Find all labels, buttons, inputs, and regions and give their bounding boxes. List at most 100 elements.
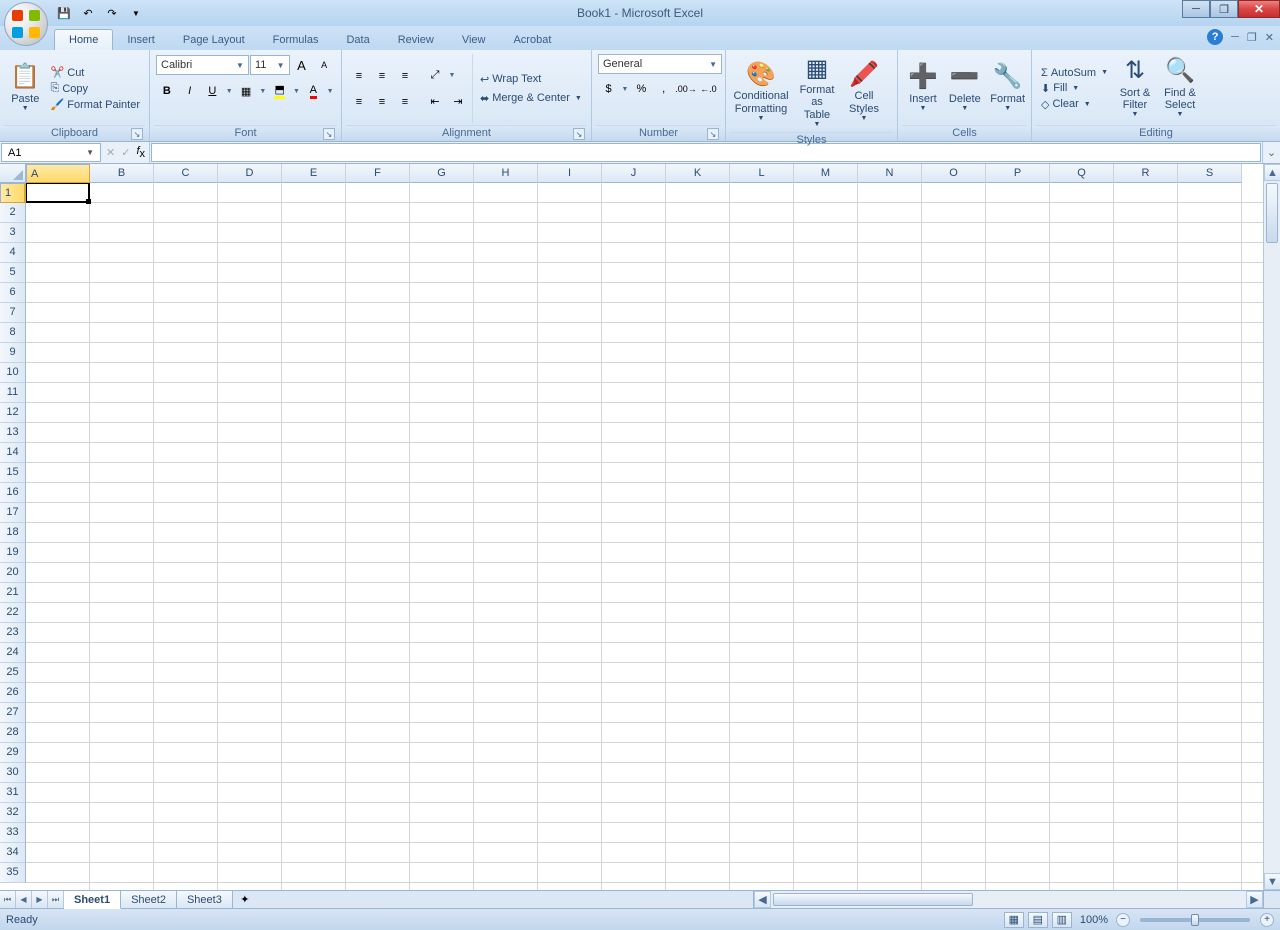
font-size-select[interactable]: 11▼ [250,55,290,75]
cut-button[interactable]: ✂️Cut [48,65,143,80]
row-header[interactable]: 17 [0,503,26,523]
tab-data[interactable]: Data [332,30,383,50]
fx-button[interactable]: fx [136,145,145,160]
row-header[interactable]: 7 [0,303,26,323]
scroll-left-button[interactable]: ◀ [754,891,771,908]
border-dropdown[interactable]: ▼ [258,88,268,95]
font-color-button[interactable]: A [302,80,324,102]
row-header[interactable]: 4 [0,243,26,263]
row-header[interactable]: 29 [0,743,26,763]
column-header[interactable]: N [858,164,922,183]
row-header[interactable]: 32 [0,803,26,823]
redo-button[interactable]: ↷ [102,3,122,23]
font-name-select[interactable]: Calibri▼ [156,55,249,75]
row-header[interactable]: 30 [0,763,26,783]
column-header[interactable]: H [474,164,538,183]
row-header[interactable]: 3 [0,223,26,243]
row-header[interactable]: 1 [0,183,26,203]
first-sheet-button[interactable]: ⏮ [0,891,16,908]
column-header[interactable]: O [922,164,986,183]
row-header[interactable]: 9 [0,343,26,363]
conditional-formatting-button[interactable]: 🎨Conditional Formatting▼ [732,54,790,130]
row-header[interactable]: 5 [0,263,26,283]
row-header[interactable]: 12 [0,403,26,423]
hscroll-track[interactable] [771,891,1246,908]
tab-view[interactable]: View [448,30,500,50]
row-header[interactable]: 16 [0,483,26,503]
number-format-select[interactable]: General▼ [598,54,722,74]
row-header[interactable]: 33 [0,823,26,843]
sheet-tab[interactable]: Sheet1 [64,891,121,909]
vertical-scrollbar[interactable]: ▲ ▼ [1263,164,1280,890]
tab-page-layout[interactable]: Page Layout [169,30,259,50]
column-header[interactable]: M [794,164,858,183]
select-all-button[interactable] [0,164,26,183]
column-header[interactable]: A [26,164,90,184]
row-header[interactable]: 13 [0,423,26,443]
fill-button[interactable]: ⬇Fill▼ [1038,81,1111,96]
horizontal-scrollbar[interactable]: ◀ ▶ [753,891,1263,908]
decrease-indent-button[interactable]: ⇤ [424,91,446,113]
row-header[interactable]: 21 [0,583,26,603]
expand-formula-bar-button[interactable]: ⌄ [1262,142,1280,163]
tab-review[interactable]: Review [384,30,448,50]
scroll-down-button[interactable]: ▼ [1264,873,1280,890]
insert-cells-button[interactable]: ➕Insert▼ [904,54,942,123]
row-header[interactable]: 34 [0,843,26,863]
sheet-tab[interactable]: Sheet3 [177,891,233,908]
office-button[interactable] [4,2,48,46]
minimize-button[interactable]: ─ [1182,0,1210,18]
cancel-formula-button[interactable]: ✕ [106,146,115,159]
font-launcher[interactable]: ↘ [323,128,335,140]
underline-button[interactable]: U [202,80,224,102]
format-as-table-button[interactable]: ▦Format as Table▼ [793,54,841,130]
row-header[interactable]: 6 [0,283,26,303]
close-button[interactable]: ✕ [1238,0,1280,18]
row-header[interactable]: 20 [0,563,26,583]
row-header[interactable]: 28 [0,723,26,743]
column-header[interactable]: J [602,164,666,183]
clear-button[interactable]: ◇Clear▼ [1038,97,1111,112]
shrink-font-button[interactable]: A [313,54,335,76]
font-color-dropdown[interactable]: ▼ [325,88,335,95]
undo-button[interactable]: ↶ [78,3,98,23]
row-header[interactable]: 2 [0,203,26,223]
column-header[interactable]: E [282,164,346,183]
column-header[interactable]: F [346,164,410,183]
row-header[interactable]: 8 [0,323,26,343]
save-button[interactable]: 💾 [54,3,74,23]
percent-button[interactable]: % [631,78,652,100]
clipboard-launcher[interactable]: ↘ [131,128,143,140]
sheet-tab[interactable]: Sheet2 [121,891,177,908]
row-header[interactable]: 25 [0,663,26,683]
row-header[interactable]: 19 [0,543,26,563]
fill-color-dropdown[interactable]: ▼ [292,88,302,95]
row-header[interactable]: 26 [0,683,26,703]
increase-decimal-button[interactable]: .00→ [675,78,697,100]
help-button[interactable]: ? [1207,29,1223,45]
mdi-close-button[interactable]: ✕ [1265,31,1274,44]
row-header[interactable]: 10 [0,363,26,383]
border-button[interactable]: ▦ [235,80,257,102]
scroll-right-button[interactable]: ▶ [1246,891,1263,908]
align-center-button[interactable]: ≡ [371,91,393,113]
grow-font-button[interactable]: A [291,54,313,76]
accounting-button[interactable]: $ [598,78,619,100]
hscroll-thumb[interactable] [773,893,973,906]
cell-styles-button[interactable]: 🖍️Cell Styles▼ [844,54,884,130]
prev-sheet-button[interactable]: ◀ [16,891,32,908]
row-header[interactable]: 15 [0,463,26,483]
column-header[interactable]: L [730,164,794,183]
paste-button[interactable]: 📋 Paste ▼ [6,54,45,123]
column-header[interactable]: S [1178,164,1242,183]
number-launcher[interactable]: ↘ [707,128,719,140]
bold-button[interactable]: B [156,80,178,102]
align-top-button[interactable]: ≡ [348,65,370,87]
tab-home[interactable]: Home [54,29,113,50]
name-box[interactable]: A1▼ [1,143,101,162]
row-header[interactable]: 18 [0,523,26,543]
tab-acrobat[interactable]: Acrobat [499,30,565,50]
row-header[interactable]: 27 [0,703,26,723]
row-header[interactable]: 31 [0,783,26,803]
mdi-restore-button[interactable]: ❐ [1247,31,1257,44]
